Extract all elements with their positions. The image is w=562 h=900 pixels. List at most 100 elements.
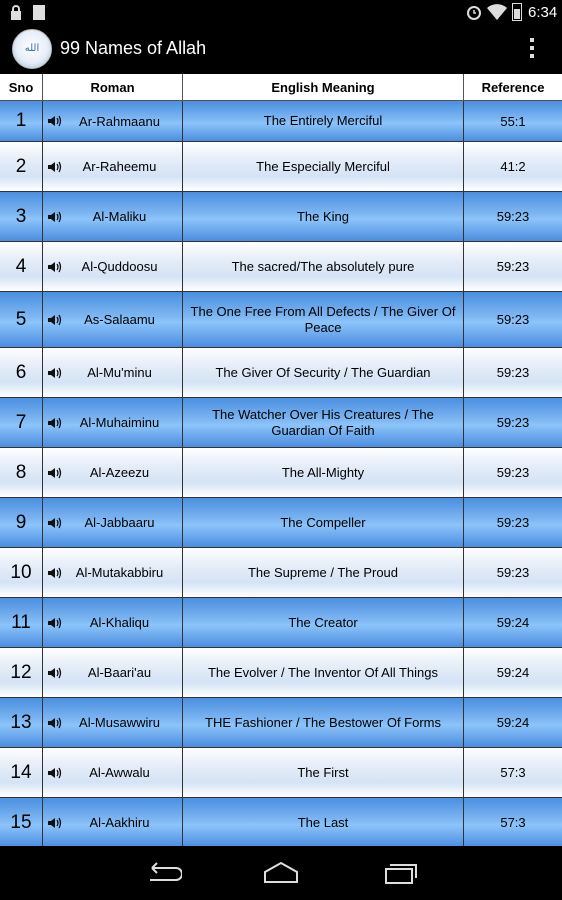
row-roman-text: Ar-Raheemu <box>82 159 157 174</box>
row-roman: Al-Khaliqu <box>43 598 183 647</box>
row-sno: 11 <box>0 598 43 647</box>
row-reference: 59:23 <box>496 209 530 224</box>
clock: 6:34 <box>528 4 558 21</box>
overflow-menu-icon[interactable] <box>527 38 537 62</box>
table-row[interactable]: 7 Al-Muhaiminu The Watcher Over His Creatu… <box>0 398 562 448</box>
row-meaning: The Giver Of Security / The Guardian <box>183 348 464 397</box>
row-roman-text: Ar-Rahmaanu <box>79 113 160 129</box>
row-meaning: The Entirely Merciful <box>183 101 464 141</box>
row-roman-text: Al-Khaliqu <box>89 615 150 630</box>
row-reference: 59:23 <box>496 565 530 580</box>
navigation-bar <box>0 846 562 900</box>
table-row[interactable]: 5 As-Salaamu The One Free From All Defects… <box>0 292 562 348</box>
row-meaning: The Creator <box>183 598 464 647</box>
row-sno: 13 <box>0 698 43 747</box>
row-sno: 15 <box>0 798 43 846</box>
table-row[interactable]: 9 Al-Jabbaaru The Compeller 59:23 <box>0 498 562 548</box>
status-bar: 6:34 <box>0 0 562 25</box>
row-reference: 59:24 <box>496 615 530 630</box>
row-reference: 59:23 <box>496 259 530 274</box>
row-sno: 14 <box>0 748 43 797</box>
recent-apps-icon[interactable] <box>381 860 421 886</box>
row-roman-text: Al-Maliku <box>92 209 147 224</box>
row-meaning: The First <box>183 748 464 797</box>
row-reference: 59:24 <box>496 715 530 730</box>
row-sno: 8 <box>0 448 43 497</box>
table-row[interactable]: 10 Al-Mutakabbiru The Supreme / The Proud 5… <box>0 548 562 598</box>
row-reference: 59:23 <box>496 465 530 480</box>
wifi-icon <box>487 4 507 20</box>
table-row[interactable]: 12 Al-Baari'au The Evolver / The Inventor … <box>0 648 562 698</box>
row-meaning: The Watcher Over His Creatures / The Gua… <box>183 398 464 447</box>
row-roman-text: Al-Muhaiminu <box>79 415 160 430</box>
row-roman: Ar-Rahmaanu <box>43 101 183 141</box>
row-meaning: The Compeller <box>183 498 464 547</box>
row-roman-text: Al-Mutakabbiru <box>75 565 164 580</box>
row-sno: 1 <box>0 101 43 141</box>
row-reference: 59:23 <box>496 515 530 530</box>
battery-icon <box>512 3 522 21</box>
row-roman-text: Al-Jabbaaru <box>84 515 155 530</box>
row-reference: 59:24 <box>496 665 530 680</box>
row-sno: 7 <box>0 398 43 447</box>
header-meaning: English Meaning <box>183 74 464 100</box>
row-roman: Al-Muhaiminu <box>43 398 183 447</box>
app-title: 99 Names of Allah <box>60 38 207 58</box>
row-sno: 9 <box>0 498 43 547</box>
table-row[interactable]: 8 Al-Azeezu The All-Mighty 59:23 <box>0 448 562 498</box>
row-roman: Al-Mutakabbiru <box>43 548 183 597</box>
row-reference: 41:2 <box>500 159 526 174</box>
table-row[interactable]: 4 Al-Quddoosu The sacred/The absolutely pu… <box>0 242 562 292</box>
row-roman-text: Al-Baari'au <box>87 665 152 680</box>
table-row[interactable]: 11 Al-Khaliqu The Creator 59:24 <box>0 598 562 648</box>
row-meaning: The One Free From All Defects / The Give… <box>183 292 464 347</box>
table-row[interactable]: 3 Al-Maliku The King 59:23 <box>0 192 562 242</box>
row-roman: Al-Awwalu <box>43 748 183 797</box>
back-icon[interactable] <box>142 860 182 886</box>
row-sno: 6 <box>0 348 43 397</box>
row-roman-text: Al-Quddoosu <box>81 259 158 274</box>
table-row[interactable]: 15 Al-Aakhiru The Last 57:3 <box>0 798 562 846</box>
row-sno: 5 <box>0 292 43 347</box>
row-meaning: The King <box>183 192 464 241</box>
row-roman: Al-Azeezu <box>43 448 183 497</box>
row-roman-text: Al-Awwalu <box>89 765 150 780</box>
table-row[interactable]: 6 Al-Mu'minu The Giver Of Security / The G… <box>0 348 562 398</box>
header-reference: Reference <box>481 79 545 95</box>
row-meaning: THE Fashioner / The Bestower Of Forms <box>183 698 464 747</box>
action-bar: الله 99 Names of Allah <box>0 25 562 74</box>
row-meaning: The Especially Merciful <box>183 142 464 191</box>
row-sno: 2 <box>0 142 43 191</box>
sd-card-icon <box>33 5 45 20</box>
table-row[interactable]: 1 Ar-Rahmaanu The Entirely Merciful 55:1 <box>0 101 562 142</box>
table-row[interactable]: 14 Al-Awwalu The First 57:3 <box>0 748 562 798</box>
row-reference: 57:3 <box>500 815 526 830</box>
row-roman: Al-Mu'minu <box>43 348 183 397</box>
row-reference: 59:23 <box>496 312 530 327</box>
table-row[interactable]: 2 Ar-Raheemu The Especially Merciful 41:2 <box>0 142 562 192</box>
app-icon[interactable]: الله <box>12 29 52 69</box>
row-meaning: The All-Mighty <box>183 448 464 497</box>
row-roman: As-Salaamu <box>43 292 183 347</box>
row-roman: Al-Musawwiru <box>43 698 183 747</box>
row-reference: 59:23 <box>496 365 530 380</box>
header-sno: Sno <box>0 74 43 100</box>
row-roman: Al-Aakhiru <box>43 798 183 846</box>
table-row[interactable]: 13 Al-Musawwiru THE Fashioner / The Bestow… <box>0 698 562 748</box>
row-meaning: The Supreme / The Proud <box>183 548 464 597</box>
row-roman-text: As-Salaamu <box>84 312 155 327</box>
row-roman: Ar-Raheemu <box>43 142 183 191</box>
row-roman: Al-Jabbaaru <box>43 498 183 547</box>
row-sno: 4 <box>0 242 43 291</box>
row-sno: 3 <box>0 192 43 241</box>
names-table[interactable]: Sno Roman English Meaning Reference 1 Ar-… <box>0 74 562 846</box>
row-roman-text: Al-Musawwiru <box>79 715 160 730</box>
row-reference: 59:23 <box>496 415 530 430</box>
home-icon[interactable] <box>261 860 301 886</box>
row-meaning: The Last <box>183 798 464 846</box>
row-roman: Al-Quddoosu <box>43 242 183 291</box>
row-roman-text: Al-Azeezu <box>89 465 150 480</box>
row-roman-text: Al-Mu'minu <box>87 365 152 380</box>
row-meaning: The Evolver / The Inventor Of All Things <box>183 648 464 697</box>
row-roman-text: Al-Aakhiru <box>89 815 150 830</box>
